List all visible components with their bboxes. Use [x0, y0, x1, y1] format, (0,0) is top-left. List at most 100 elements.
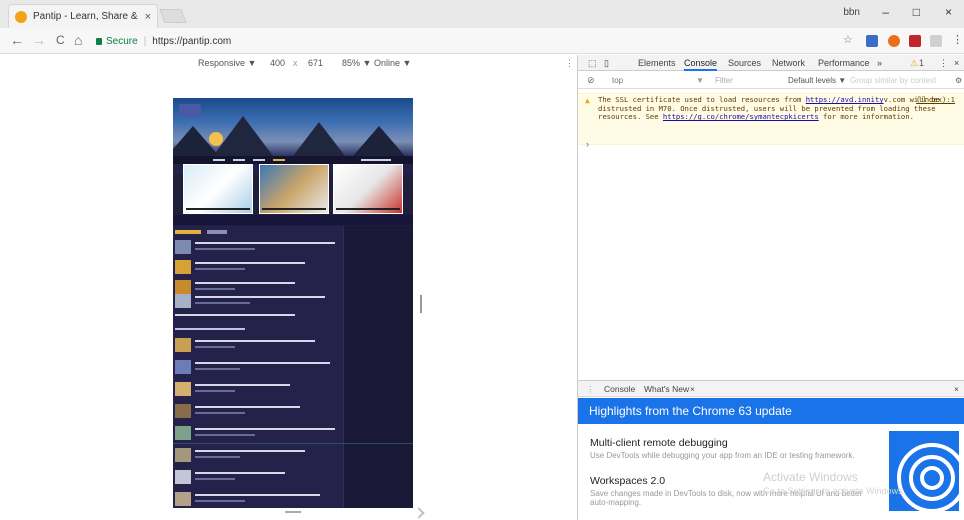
highlight-banner-2[interactable]	[259, 164, 329, 214]
group-similar-checkbox[interactable]: Group similar by context	[850, 76, 950, 85]
console-filter-bar: ⊘ top ▼ Filter Default levels ▼ Group si…	[578, 73, 964, 89]
log-levels-select[interactable]: Default levels ▼	[788, 76, 846, 85]
whats-new-heading: Highlights from the Chrome 63 update	[578, 398, 964, 424]
activate-windows-subtext: Go to Settings to activate Windows.	[763, 486, 906, 496]
device-corner-resize-handle[interactable]	[413, 507, 425, 519]
tab-title: Pantip - Learn, Share & !	[33, 11, 141, 22]
console-prompt[interactable]: ›	[586, 139, 589, 149]
window-close-button[interactable]: ×	[945, 5, 952, 19]
list-item[interactable]	[175, 492, 339, 506]
tab-elements[interactable]: Elements	[638, 58, 676, 68]
tab-network[interactable]: Network	[772, 58, 805, 68]
profile-name[interactable]: bbn	[843, 7, 860, 18]
list-item[interactable]	[175, 260, 339, 274]
browser-toolbar: ← → C ⌂ Secure | https://pantip.com ☆ ⋮	[0, 28, 964, 54]
drawer-tab-whats-new[interactable]: What's New	[644, 384, 689, 394]
new-tab-button[interactable]	[159, 9, 187, 23]
inspect-element-icon[interactable]: ⬚	[588, 58, 597, 69]
devtools-panel: ⬚ ▯ Elements Console Sources Network Per…	[577, 55, 964, 520]
zoom-select[interactable]: 85% ▼	[342, 58, 371, 68]
lock-icon	[96, 37, 102, 45]
activate-windows-watermark: Activate Windows	[763, 470, 858, 484]
pantip-logo[interactable]	[179, 104, 201, 116]
sun-graphic	[209, 132, 223, 146]
warning-count-icon[interactable]: ⚠	[910, 58, 918, 69]
highlight-banner-1[interactable]	[183, 164, 253, 214]
more-tabs-button[interactable]: »	[877, 58, 882, 68]
list-item[interactable]	[175, 280, 339, 294]
address-bar[interactable]: Secure | https://pantip.com	[94, 32, 854, 50]
device-height-input[interactable]: 671	[308, 58, 323, 68]
feature-desc: Use DevTools while debugging your app fr…	[590, 451, 855, 460]
extension-1-icon[interactable]	[866, 35, 878, 47]
highlight-banner-3[interactable]	[333, 164, 403, 214]
secure-label: Secure	[106, 35, 138, 47]
pantip-favicon-icon	[15, 10, 27, 23]
feature-item[interactable]: Multi-client remote debugging Use DevToo…	[590, 437, 880, 460]
list-item[interactable]	[175, 382, 339, 396]
list-item[interactable]	[175, 338, 339, 352]
list-item[interactable]	[175, 470, 339, 484]
console-filter-input[interactable]: Filter	[715, 76, 733, 85]
drawer-tabbar: ⋮ Console What's New × ×	[578, 381, 964, 397]
emulated-viewport[interactable]	[173, 98, 413, 508]
device-resize-handle[interactable]	[420, 295, 422, 313]
sidebar-column	[343, 226, 413, 508]
list-item[interactable]	[175, 240, 339, 254]
device-bottom-resize-handle[interactable]	[285, 511, 301, 513]
devtools-menu-icon[interactable]: ⋮	[939, 58, 948, 69]
device-width-input[interactable]: 400	[270, 58, 285, 68]
device-toolbar-menu-icon[interactable]: ⋮	[565, 58, 574, 69]
console-warning-message: ▲ (index):1 The SSL certificate used to …	[578, 93, 964, 145]
drawer-tab-console[interactable]: Console	[604, 384, 635, 394]
context-select[interactable]: top	[612, 76, 623, 85]
devtools-tabbar: ⬚ ▯ Elements Console Sources Network Per…	[578, 55, 964, 71]
device-toolbar: Responsive ▼ 400 x 671 85% ▼ Online ▼ ⋮	[0, 55, 577, 71]
list-item[interactable]	[175, 404, 339, 418]
warning-count[interactable]: 1	[919, 58, 924, 68]
menu-kebab-icon[interactable]: ⋮	[952, 33, 963, 46]
devtools-close-icon[interactable]: ×	[954, 58, 959, 68]
bookmark-star-icon[interactable]: ☆	[843, 33, 855, 46]
warning-link-2[interactable]: https://g.co/chrome/symantecpkicerts	[663, 112, 819, 121]
drawer-close-icon[interactable]: ×	[954, 384, 959, 394]
warning-icon: ▲	[585, 96, 590, 105]
tab-performance[interactable]: Performance	[818, 58, 870, 68]
tab-strip: Pantip - Learn, Share & ! × bbn – □ ×	[0, 0, 964, 28]
site-tabs	[175, 230, 235, 235]
clear-console-icon[interactable]: ⊘	[587, 75, 595, 86]
feature-title: Multi-client remote debugging	[590, 437, 728, 449]
extension-3-icon[interactable]	[909, 35, 921, 47]
site-hero-banner	[173, 98, 413, 156]
device-toggle-icon[interactable]: ▯	[604, 58, 609, 69]
tab-close-icon[interactable]: ×	[145, 11, 151, 23]
browser-tab[interactable]: Pantip - Learn, Share & ! ×	[8, 4, 158, 28]
devtools-drawer: ⋮ Console What's New × × Highlights from…	[578, 380, 964, 520]
extension-2-icon[interactable]	[888, 35, 900, 47]
forward-button[interactable]: →	[32, 32, 46, 48]
context-dropdown-icon[interactable]: ▼	[696, 76, 704, 85]
list-item[interactable]	[175, 360, 339, 374]
device-mode-select[interactable]: Responsive ▼	[198, 58, 256, 68]
tab-console[interactable]: Console	[684, 58, 718, 71]
list-item[interactable]	[175, 426, 339, 440]
minimize-button[interactable]: –	[882, 5, 889, 19]
list-item[interactable]	[175, 312, 339, 326]
back-button[interactable]: ←	[10, 32, 24, 48]
drawer-menu-icon[interactable]: ⋮	[586, 384, 595, 395]
chrome-63-graphic	[889, 431, 959, 511]
extension-4-icon[interactable]	[930, 35, 942, 47]
tab-sources[interactable]: Sources	[728, 58, 761, 68]
warning-source-link[interactable]: (index):1	[916, 95, 955, 105]
dimension-times: x	[293, 58, 298, 68]
console-settings-icon[interactable]: ⚙	[955, 76, 962, 85]
list-item[interactable]	[175, 294, 339, 308]
site-nav	[173, 156, 413, 164]
reload-button[interactable]: C	[56, 33, 65, 47]
home-button[interactable]: ⌂	[74, 32, 82, 48]
network-throttle-select[interactable]: Online ▼	[374, 58, 411, 68]
maximize-button[interactable]: □	[913, 5, 920, 19]
whats-new-close-icon[interactable]: ×	[690, 384, 695, 394]
url-text: https://pantip.com	[152, 35, 232, 47]
list-item[interactable]	[175, 448, 339, 462]
